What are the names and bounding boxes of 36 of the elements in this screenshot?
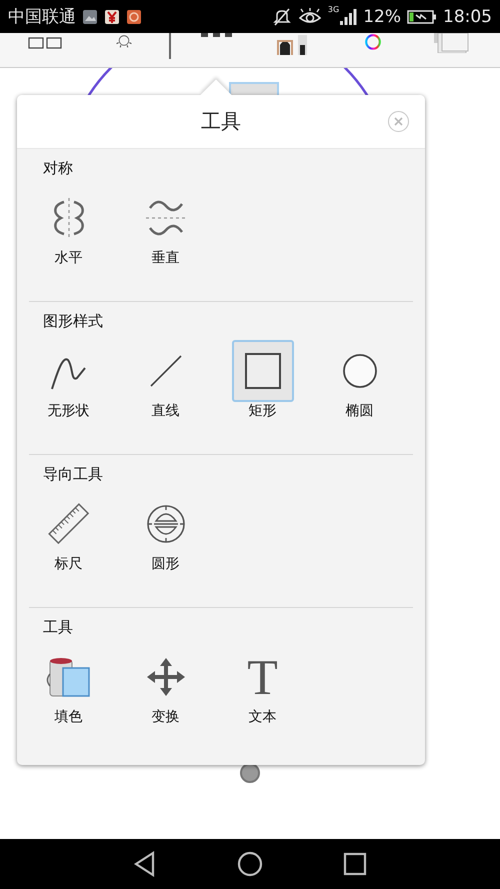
tool-button[interactable]: 无形状 xyxy=(20,340,117,420)
tool-button[interactable]: 直线 xyxy=(117,340,214,420)
tool-button[interactable]: 圆形 xyxy=(117,493,214,573)
popover-title: 工具 xyxy=(201,108,241,135)
close-icon xyxy=(394,117,403,126)
divider-line xyxy=(169,33,171,59)
section-title: 工具 xyxy=(43,617,73,638)
tool-button[interactable]: 垂直 xyxy=(117,187,214,267)
tool-button[interactable]: 椭圆 xyxy=(311,340,408,420)
recent-apps-button[interactable] xyxy=(343,852,367,876)
tool-button[interactable]: 标尺 xyxy=(20,493,117,573)
mute-icon xyxy=(272,6,292,26)
battery-percent: 12% xyxy=(363,6,401,26)
tool-button[interactable]: 矩形 xyxy=(214,340,311,420)
gallery-icon xyxy=(82,8,98,24)
back-button[interactable] xyxy=(133,851,157,877)
clock-time: 18:05 xyxy=(443,6,492,26)
currency-icon xyxy=(104,8,120,24)
section-title: 导向工具 xyxy=(43,464,103,485)
eye-icon xyxy=(298,8,322,26)
tool-button[interactable]: T 文本 xyxy=(214,646,311,726)
grid-view-icon[interactable] xyxy=(28,37,64,49)
tool-button[interactable]: 水平 xyxy=(20,187,117,267)
carrier-name: 中国联通 xyxy=(8,6,76,28)
home-button[interactable] xyxy=(237,851,263,877)
section-title: 图形样式 xyxy=(43,311,103,332)
signal-icon xyxy=(339,8,358,26)
handle-icon[interactable] xyxy=(240,763,260,783)
battery-charging-icon xyxy=(407,8,437,24)
tool-button[interactable]: 变换 xyxy=(117,646,214,726)
text-tool-icon: T xyxy=(247,652,278,702)
network-type: 3G xyxy=(328,5,340,14)
app-notification-icon xyxy=(126,8,142,24)
section-title: 对称 xyxy=(43,158,73,179)
tool-button[interactable]: 填色 xyxy=(20,646,117,726)
more-icon[interactable] xyxy=(200,33,234,37)
